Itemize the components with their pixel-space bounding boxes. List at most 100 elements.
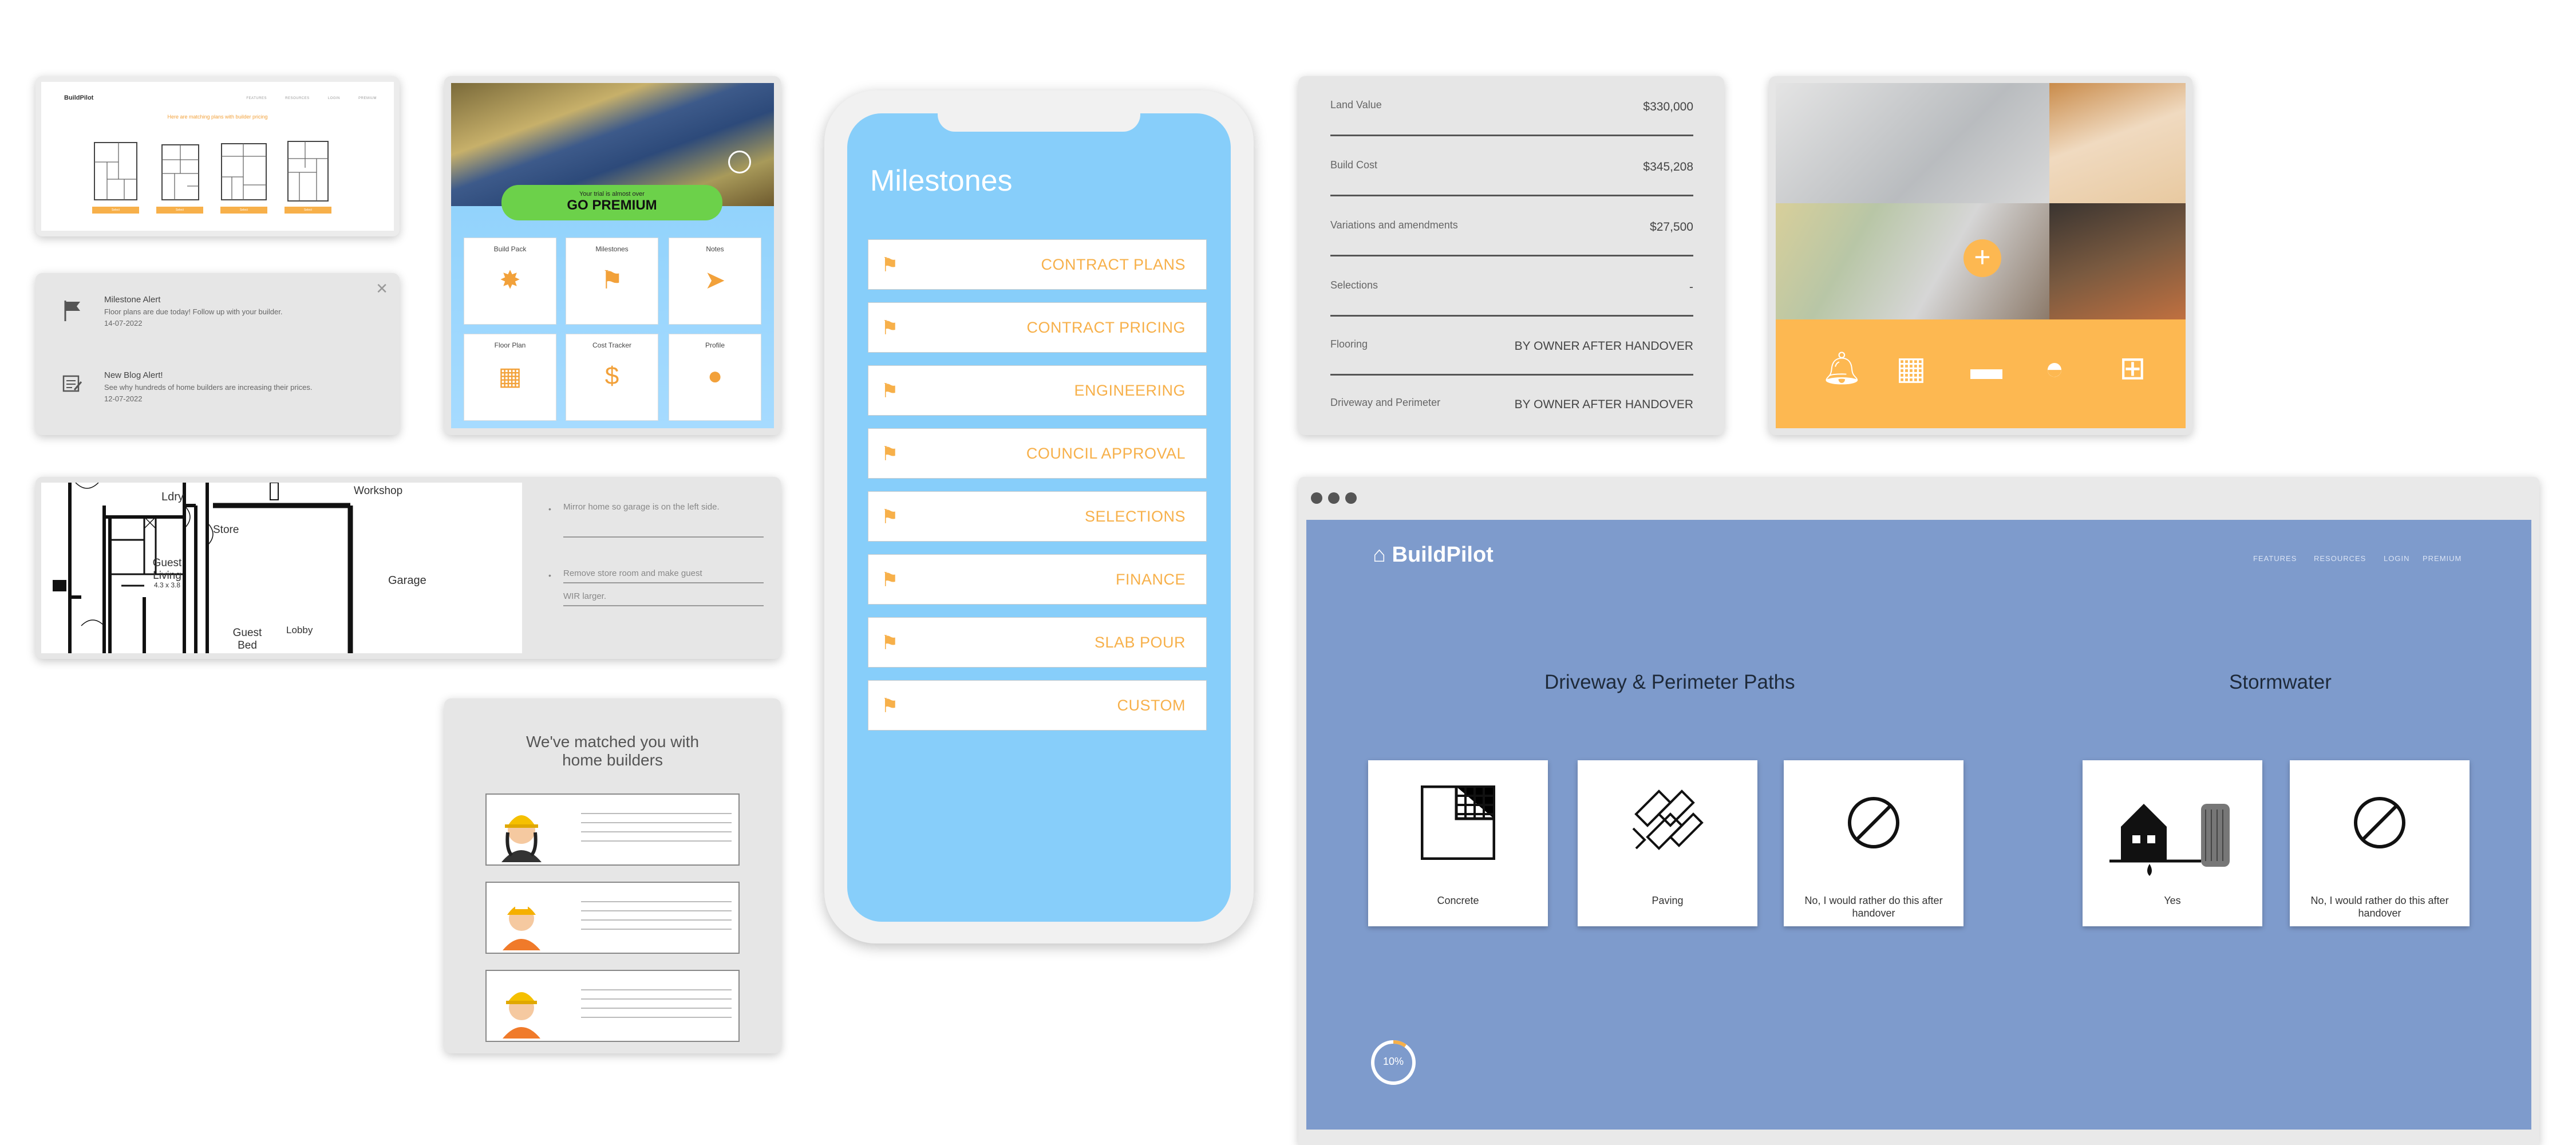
buildpilot-logo[interactable]: ⌂ BuildPilot xyxy=(1373,543,1494,567)
nav-premium[interactable]: PREMIUM xyxy=(358,97,377,100)
plans-photo[interactable] xyxy=(1776,83,2049,203)
cost-value: $27,500 xyxy=(1650,220,1693,234)
floorplan-icon[interactable]: ▦ xyxy=(1896,349,1926,387)
nav-premium[interactable]: PREMIUM xyxy=(2423,554,2462,563)
floor-plan-option[interactable]: Select xyxy=(90,139,141,214)
milestone-custom[interactable]: ⚑ CUSTOM xyxy=(868,680,1207,731)
note-text[interactable]: Mirror home so garage is on the left sid… xyxy=(563,502,720,512)
matched-builders-card: We've matched you with home builders xyxy=(444,698,781,1053)
paper-plane-icon: ➤ xyxy=(704,266,726,294)
flag-icon: ⚑ xyxy=(881,695,899,717)
cost-label: Land Value xyxy=(1330,99,1382,110)
builder-avatar xyxy=(503,992,540,1039)
top-nav: FEATURES RESOURCES LOGIN PREMIUM xyxy=(229,97,377,100)
floorplan-drawing[interactable]: Ldry Store Guest Living 4.3 x 3.8 Guest … xyxy=(41,483,522,653)
cost-value: BY OWNER AFTER HANDOVER xyxy=(1514,339,1693,353)
nav-features[interactable]: FEATURES xyxy=(2253,554,2297,563)
nav-login[interactable]: LOGIN xyxy=(2384,554,2409,563)
floor-plan-option[interactable]: Select xyxy=(218,139,270,214)
milestone-label: CUSTOM xyxy=(1117,697,1186,714)
window-minimize-dot[interactable] xyxy=(1328,492,1340,504)
option-stormwater-yes[interactable]: Yes xyxy=(2083,760,2262,926)
floorplan-thumbnail xyxy=(287,141,329,202)
section-title: Stormwater xyxy=(2229,671,2332,693)
nav-resources[interactable]: RESOURCES xyxy=(2314,554,2366,563)
blog-icon xyxy=(62,374,85,397)
tile-label: Milestones xyxy=(595,245,629,253)
play-icon[interactable] xyxy=(728,151,751,173)
tile-profile[interactable]: Profile ● xyxy=(669,334,761,421)
select-plan-button[interactable]: Select xyxy=(92,207,139,214)
app-dashboard-card: Your trial is almost over GO PREMIUM Bui… xyxy=(444,76,781,435)
tile-notes[interactable]: Notes ➤ xyxy=(669,238,761,325)
cost-row[interactable]: Land Value $330,000 xyxy=(1330,76,1693,136)
concrete-icon xyxy=(1421,785,1495,860)
nav-features[interactable]: FEATURES xyxy=(246,97,267,100)
milestone-contract-plans[interactable]: ⚑ CONTRACT PLANS xyxy=(868,239,1207,290)
note-text[interactable]: WIR larger. xyxy=(563,591,606,601)
milestone-finance[interactable]: ⚑ FINANCE xyxy=(868,554,1207,605)
select-plan-button[interactable]: Select xyxy=(220,207,267,214)
cost-value: - xyxy=(1689,281,1693,294)
close-icon[interactable]: ✕ xyxy=(376,280,388,298)
nav-resources[interactable]: RESOURCES xyxy=(285,97,310,100)
matched-title-line: We've matched you with xyxy=(526,733,700,751)
builder-card[interactable] xyxy=(485,970,740,1042)
floorplan-icon: ▦ xyxy=(498,362,522,390)
milestone-engineering[interactable]: ⚑ ENGINEERING xyxy=(868,365,1207,416)
tile-milestones[interactable]: Milestones ⚑ xyxy=(566,238,658,325)
floor-plan-option[interactable]: Select xyxy=(282,139,334,214)
milestone-label: CONTRACT PRICING xyxy=(1026,319,1186,336)
milestone-contract-pricing[interactable]: ⚑ CONTRACT PRICING xyxy=(868,302,1207,353)
select-plan-button[interactable]: Select xyxy=(285,207,331,214)
bell-icon[interactable]: 🔔︎ xyxy=(1822,349,1862,387)
builder-card[interactable] xyxy=(485,793,740,866)
floor-plan-option[interactable]: Select xyxy=(154,139,206,214)
milestone-selections[interactable]: ⚑ SELECTIONS xyxy=(868,491,1207,542)
tile-label: Profile xyxy=(705,341,725,349)
cost-row[interactable]: Selections - xyxy=(1330,256,1693,317)
cost-row[interactable]: Build Cost $345,208 xyxy=(1330,136,1693,196)
paint-roller-icon[interactable]: ▬ xyxy=(1970,349,2002,386)
plan-list: Select Select Select Select xyxy=(90,139,334,214)
room-label: Workshop xyxy=(354,485,403,497)
go-premium-button[interactable]: Your trial is almost over GO PREMIUM xyxy=(501,185,722,220)
option-label: Yes xyxy=(2164,895,2181,906)
window-close-dot[interactable] xyxy=(1311,492,1322,504)
milestone-slab-pour[interactable]: ⚑ SLAB POUR xyxy=(868,617,1207,668)
cost-tracker-card: Land Value $330,000 Build Cost $345,208 Va… xyxy=(1298,76,1724,435)
hardhat-icon[interactable]: ◓ xyxy=(2045,349,2064,386)
alert-title: New Blog Alert! xyxy=(104,370,163,380)
swatches-photo[interactable] xyxy=(1776,203,2049,319)
tile-floor-plan[interactable]: Floor Plan ▦ xyxy=(464,334,556,421)
option-no-after-handover[interactable]: No, I would rather do this after handove… xyxy=(1784,760,1963,926)
bathroom-photo[interactable] xyxy=(2049,203,2186,319)
tile-build-pack[interactable]: Build Pack ✸ xyxy=(464,238,556,325)
text-placeholder xyxy=(581,813,732,814)
flag-icon xyxy=(62,299,85,322)
text-placeholder xyxy=(581,910,732,911)
cost-row[interactable]: Driveway and Perimeter BY OWNER AFTER HAN… xyxy=(1330,374,1693,434)
interior-photo[interactable] xyxy=(2049,83,2186,203)
text-placeholder xyxy=(581,989,732,990)
option-no-after-handover[interactable]: No, I would rather do this after handove… xyxy=(2290,760,2470,926)
option-concrete[interactable]: Concrete xyxy=(1368,760,1548,926)
window-maximize-dot[interactable] xyxy=(1345,492,1357,504)
select-plan-button[interactable]: Select xyxy=(156,207,203,214)
note-text[interactable]: Remove store room and make guest xyxy=(563,568,702,578)
buildpilot-logo: BuildPilot xyxy=(64,94,94,101)
cost-row[interactable]: Variations and amendments $27,500 xyxy=(1330,196,1693,256)
layout-icon[interactable]: ⊞ xyxy=(2119,349,2146,387)
builder-card[interactable] xyxy=(485,882,740,954)
text-placeholder xyxy=(581,1008,732,1009)
tile-cost-tracker[interactable]: Cost Tracker $ xyxy=(566,334,658,421)
nav-login[interactable]: LOGIN xyxy=(328,97,340,100)
builder-avatar xyxy=(501,815,542,862)
cost-row[interactable]: Flooring BY OWNER AFTER HANDOVER xyxy=(1330,315,1693,376)
milestone-council-approval[interactable]: ⚑ COUNCIL APPROVAL xyxy=(868,428,1207,479)
go-premium-label: GO PREMIUM xyxy=(567,198,657,213)
add-button[interactable]: + xyxy=(1963,239,2001,277)
option-paving[interactable]: Paving xyxy=(1578,760,1757,926)
room-label: Guest Living xyxy=(152,557,182,582)
flag-icon: ⚑ xyxy=(881,506,899,528)
